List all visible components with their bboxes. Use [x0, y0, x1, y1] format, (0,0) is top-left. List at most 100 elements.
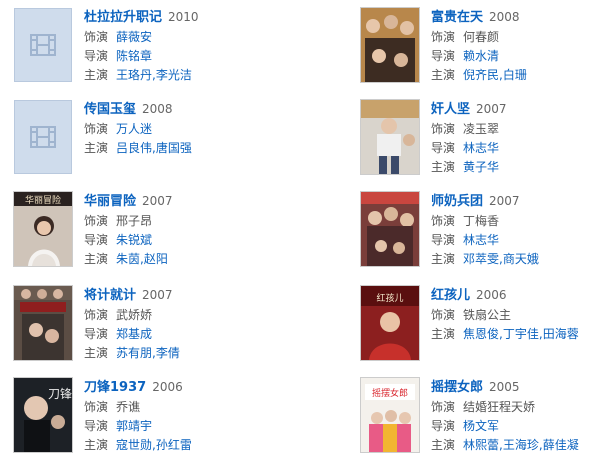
film-card: 富贵在天 2008 饰演 何春颜 导演 赖水清 主演 倪齐民,白珊 — [361, 8, 600, 92]
cast-label: 主演 — [431, 160, 456, 174]
cast-link[interactable]: 倪齐民 — [463, 68, 499, 82]
poster-image[interactable] — [361, 192, 419, 266]
film-year: 2008 — [142, 102, 173, 116]
director-link[interactable]: 郑基成 — [116, 327, 152, 341]
role-value: 乔谯 — [116, 400, 141, 414]
cast-link[interactable]: 王珞丹 — [116, 68, 152, 82]
poster-title-text: 摇摆女郎 — [372, 387, 408, 399]
role-value: 凌玉翠 — [463, 122, 500, 136]
role-value: 结婚狂程天娇 — [463, 400, 536, 414]
poster-image[interactable] — [361, 100, 419, 174]
film-title[interactable]: 红孩儿 — [431, 288, 470, 303]
film-title[interactable]: 华丽冒险 — [84, 194, 136, 209]
poster-image[interactable]: 华丽冒险 — [14, 192, 72, 266]
cast-link[interactable]: 焦恩俊 — [463, 327, 499, 341]
poster-title-text: 华丽冒险 — [25, 194, 61, 206]
poster-title-text: 刀锋 — [48, 387, 72, 401]
role-value[interactable]: 薛薇安 — [116, 30, 152, 44]
film-title[interactable]: 将计就计 — [84, 288, 136, 303]
poster-image[interactable] — [14, 286, 72, 360]
cast-label: 主演 — [84, 438, 109, 452]
cast-label: 主演 — [84, 141, 109, 155]
role-label: 饰演 — [431, 400, 456, 414]
director-label: 导演 — [84, 49, 109, 63]
role-value: 邢子昂 — [116, 214, 153, 228]
role-label: 饰演 — [84, 30, 109, 44]
cast-label: 主演 — [84, 68, 109, 82]
cast-label: 主演 — [431, 252, 456, 266]
film-year: 2008 — [489, 10, 520, 24]
director-link[interactable]: 杨文军 — [463, 419, 499, 433]
cast-link[interactable]: 唐国强 — [156, 141, 192, 155]
cast-link[interactable]: 王海珍 — [503, 438, 539, 452]
director-link[interactable]: 陈铭章 — [116, 49, 152, 63]
role-label: 饰演 — [431, 214, 456, 228]
cast-link[interactable]: 黄子华 — [463, 160, 499, 174]
cast-link[interactable]: 林熙蕾 — [463, 438, 499, 452]
film-card: 师奶兵团 2007 饰演 丁梅香 导演 林志华 主演 邓萃雯,商天娥 — [361, 192, 600, 276]
cast-link[interactable]: 寇世勋 — [116, 438, 152, 452]
role-label: 饰演 — [84, 122, 109, 136]
film-card: 传国玉玺 2008 饰演 万人迷 主演 吕良伟,唐国强 — [14, 100, 304, 184]
director-label: 导演 — [84, 419, 109, 433]
role-value[interactable]: 万人迷 — [116, 122, 152, 136]
role-value: 武娇娇 — [116, 308, 153, 322]
film-card: 杜拉拉升职记 2010 饰演 薛薇安 导演 陈铭章 主演 王珞丹,李光洁 — [14, 8, 304, 92]
role-label: 饰演 — [84, 400, 109, 414]
cast-link[interactable]: 白珊 — [503, 68, 527, 82]
cast-link[interactable]: 丁宇佳 — [503, 327, 539, 341]
cast-link[interactable]: 薛佳凝 — [543, 438, 579, 452]
cast-link[interactable]: 苏有朋 — [116, 346, 152, 360]
poster-image[interactable]: 刀锋 — [14, 378, 72, 452]
poster-placeholder[interactable] — [14, 100, 72, 174]
film-year: 2007 — [142, 194, 173, 208]
film-title[interactable]: 富贵在天 — [431, 10, 483, 25]
cast-label: 主演 — [431, 327, 456, 341]
poster-image[interactable] — [361, 8, 419, 82]
film-card: 奸人坚 2007 饰演 凌玉翠 导演 林志华 主演 黄子华 — [361, 100, 600, 184]
film-year: 2006 — [476, 288, 507, 302]
cast-link[interactable]: 朱茵 — [116, 252, 140, 266]
director-link[interactable]: 赖水清 — [463, 49, 499, 63]
poster-placeholder[interactable] — [14, 8, 72, 82]
cast-link[interactable]: 李光洁 — [156, 68, 192, 82]
director-label: 导演 — [431, 419, 456, 433]
director-link[interactable]: 林志华 — [463, 233, 499, 247]
cast-link[interactable]: 孙红雷 — [156, 438, 192, 452]
film-year: 2007 — [489, 194, 520, 208]
film-title[interactable]: 摇摆女郎 — [431, 380, 483, 395]
film-title[interactable]: 刀锋1937 — [84, 380, 146, 395]
film-card: 红孩儿 红孩儿 2006 饰演 铁扇公主 主演 焦恩俊,丁宇佳,田海蓉 — [361, 286, 600, 370]
cast-link[interactable]: 商天娥 — [503, 252, 539, 266]
director-label: 导演 — [431, 233, 456, 247]
role-label: 饰演 — [84, 308, 109, 322]
film-icon — [30, 126, 56, 148]
cast-link[interactable]: 李倩 — [156, 346, 180, 360]
film-title[interactable]: 传国玉玺 — [84, 102, 136, 117]
cast-label: 主演 — [431, 68, 456, 82]
role-label: 饰演 — [431, 308, 456, 322]
cast-link[interactable]: 邓萃雯 — [463, 252, 499, 266]
film-year: 2005 — [489, 380, 520, 394]
director-label: 导演 — [431, 141, 456, 155]
film-title[interactable]: 师奶兵团 — [431, 194, 483, 209]
film-icon — [30, 34, 56, 56]
poster-title-text: 红孩儿 — [376, 292, 403, 304]
role-value: 铁扇公主 — [463, 308, 512, 322]
director-link[interactable]: 林志华 — [463, 141, 499, 155]
film-title[interactable]: 奸人坚 — [431, 102, 470, 117]
cast-link[interactable]: 赵阳 — [144, 252, 168, 266]
filmography-grid: 杜拉拉升职记 2010 饰演 薛薇安 导演 陈铭章 主演 王珞丹,李光洁 传国玉玺 200… — [0, 0, 600, 464]
role-label: 饰演 — [431, 122, 456, 136]
film-card: 摇摆女郎 摇摆女郎 2005 饰演 结婚狂程天娇 导演 杨文军 主演 林熙蕾,王海珍,薛… — [361, 378, 600, 462]
poster-image[interactable]: 摇摆女郎 — [361, 378, 419, 452]
film-title[interactable]: 杜拉拉升职记 — [84, 10, 162, 25]
film-year: 2007 — [476, 102, 507, 116]
director-link[interactable]: 朱锐斌 — [116, 233, 152, 247]
director-link[interactable]: 郭靖宇 — [116, 419, 152, 433]
poster-image[interactable]: 红孩儿 — [361, 286, 419, 360]
cast-link[interactable]: 田海蓉 — [543, 327, 579, 341]
film-card: 华丽冒险 华丽冒险 2007 饰演 邢子昂 导演 朱锐斌 主演 朱茵,赵阳 — [14, 192, 304, 276]
cast-link[interactable]: 吕良伟 — [116, 141, 152, 155]
film-year: 2007 — [142, 288, 173, 302]
